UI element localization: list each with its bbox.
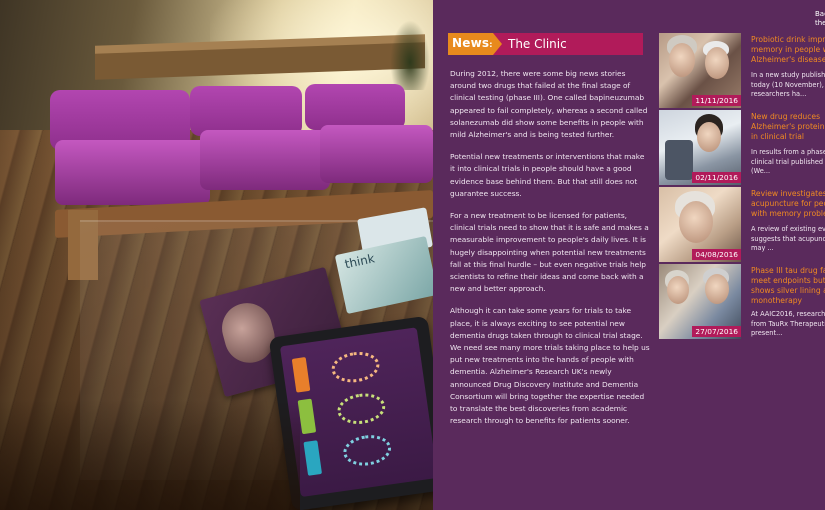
news-title-link[interactable]: Probiotic drink impro memory in people w… [751, 35, 825, 65]
article-paragraph: During 2012, there were some big news st… [450, 69, 648, 140]
article-paragraph: Although it can take some years for tria… [450, 306, 650, 426]
photo-figure [705, 47, 729, 79]
news-item[interactable]: 02/11/2016 New drug reduces Alzheimer's … [659, 110, 825, 185]
news-date: 02/11/2016 [692, 172, 741, 183]
chair-1-seat [55, 140, 210, 205]
phase-bar [303, 440, 323, 476]
chair-3-back [305, 84, 405, 130]
plant [390, 20, 430, 90]
photo-figure [669, 43, 695, 77]
page-title: The Clinic [508, 37, 567, 51]
news-thumbnail[interactable]: 27/07/2016 [659, 264, 741, 339]
news-summary: In a new study published today (10 Novem… [751, 71, 825, 98]
article-body: During 2012, there were some big news st… [450, 68, 650, 437]
news-summary: At AAIC2016, researche from TauRx Therap… [751, 310, 825, 337]
news-date: 27/07/2016 [692, 326, 741, 337]
news-date: 11/11/2016 [692, 95, 741, 106]
magazine-title: think [343, 251, 376, 272]
news-title-link[interactable]: Review investigates acupuncture for peop… [751, 189, 825, 219]
phase-bar [297, 398, 317, 435]
phase-ring [329, 348, 382, 386]
section-label: News: [452, 36, 493, 50]
news-item[interactable]: 04/08/2016 Review investigates acupunctu… [659, 187, 825, 262]
news-summary: A review of existing evid suggests that … [751, 225, 825, 252]
photo-figure [667, 276, 689, 304]
waiting-room-scene: think [0, 0, 433, 510]
photo-figure [705, 274, 729, 304]
article-paragraph: For a new treatment to be licensed for p… [450, 211, 649, 294]
chair-2-back [190, 86, 302, 136]
chevron-right-icon [493, 33, 502, 55]
foreground-shadow [0, 400, 300, 510]
article-paragraph: Potential new treatments or intervention… [450, 152, 645, 198]
chair-3-seat [320, 125, 433, 183]
phase-bar [291, 357, 311, 393]
news-summary: In results from a phase 1 clinical trial… [751, 148, 825, 175]
section-name: News [452, 36, 490, 50]
news-thumbnail[interactable]: 11/11/2016 [659, 33, 741, 108]
news-title-link[interactable]: Phase III tau drug fai meet endpoints bu… [751, 266, 825, 306]
news-panel: Bac the News: The Clinic During 2012, th… [433, 0, 825, 510]
photo-figure [697, 122, 721, 152]
news-title-link[interactable]: New drug reduces Alzheimer's protein l i… [751, 112, 825, 142]
phase-ring [341, 432, 394, 469]
news-thumbnail[interactable]: 02/11/2016 [659, 110, 741, 185]
photo-figure [679, 201, 713, 243]
back-link[interactable]: Bac the [815, 10, 825, 28]
section-colon: : [489, 40, 493, 49]
news-item[interactable]: 27/07/2016 Phase III tau drug fai meet e… [659, 264, 825, 339]
chair-2-seat [200, 130, 330, 190]
tablet-screen-infographic [279, 327, 433, 498]
photo-figure [665, 140, 693, 180]
phase-ring [335, 390, 388, 427]
news-item[interactable]: 11/11/2016 Probiotic drink impro memory … [659, 33, 825, 108]
news-thumbnail[interactable]: 04/08/2016 [659, 187, 741, 262]
news-date: 04/08/2016 [692, 249, 741, 260]
